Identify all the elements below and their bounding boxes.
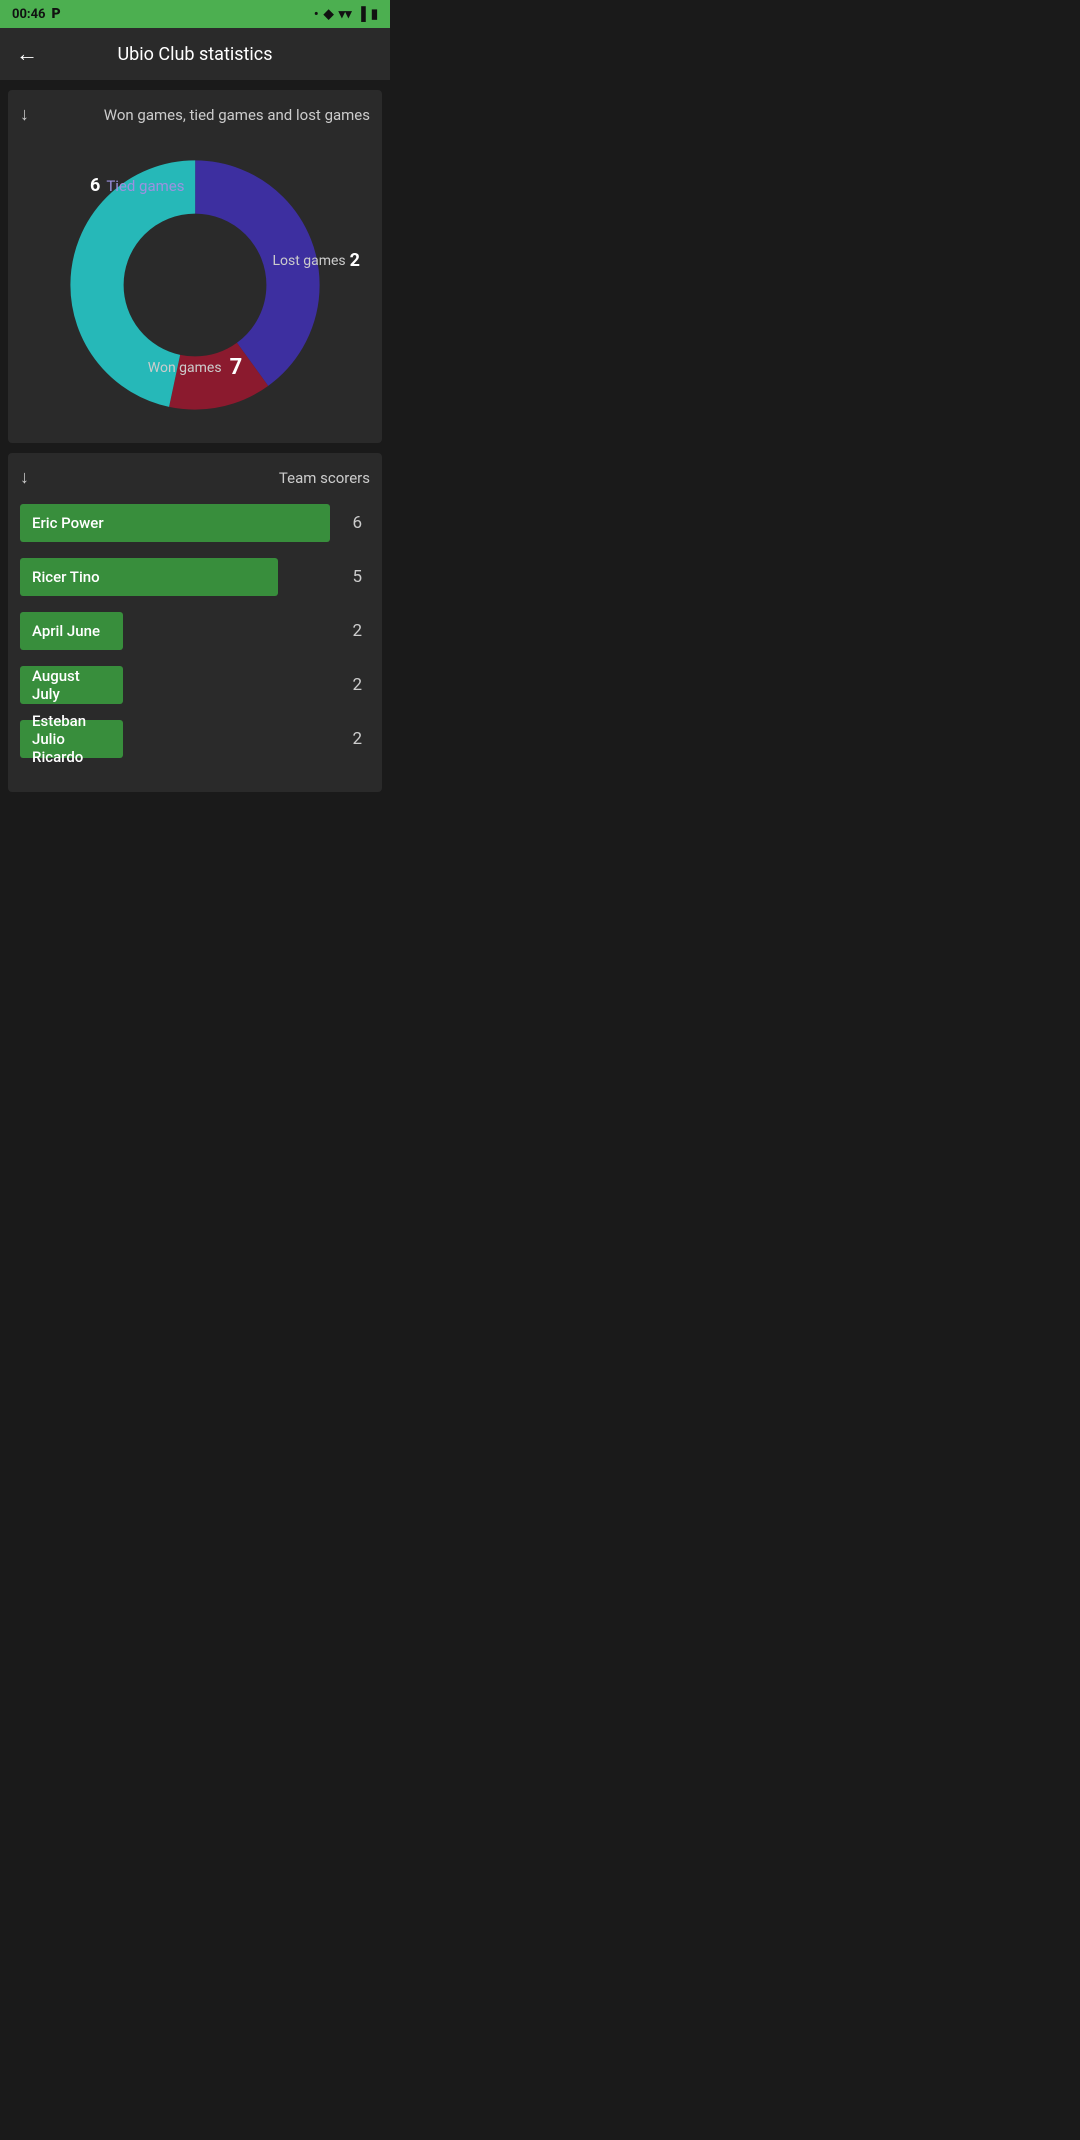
scorer-bar: Ricer Tino bbox=[20, 558, 278, 596]
donut-chart-card: Won games, tied games and lost games 6 T… bbox=[8, 90, 382, 443]
time-display: 00:46 bbox=[12, 7, 46, 22]
scorers-title: Team scorers bbox=[279, 469, 370, 487]
donut-section-header: Won games, tied games and lost games bbox=[20, 104, 370, 125]
signal-icon: ▐ bbox=[357, 6, 366, 22]
scorers-header: Team scorers bbox=[20, 467, 370, 488]
scorer-score: 6 bbox=[352, 513, 370, 533]
scorer-bar: April June bbox=[20, 612, 123, 650]
status-right: • ◆ ▾▾ ▐ ▮ bbox=[314, 6, 378, 22]
scorer-score: 2 bbox=[352, 675, 370, 695]
scorers-card: Team scorers Eric Power 6 Ricer Tino 5 April… bbox=[8, 453, 382, 792]
scorers-list: Eric Power6Ricer Tino5April June2August … bbox=[20, 504, 370, 758]
status-left: 00:46 P bbox=[12, 6, 61, 22]
lost-games-label: Lost games 2 bbox=[272, 250, 360, 271]
scorer-row: Esteban Julio Ricardo 2 bbox=[20, 720, 370, 758]
parking-icon: P bbox=[52, 6, 61, 22]
scorer-bar: Eric Power bbox=[20, 504, 330, 542]
dot-indicator: • bbox=[314, 7, 319, 22]
scorer-row: August July 2 bbox=[20, 666, 370, 704]
status-bar: 00:46 P • ◆ ▾▾ ▐ ▮ bbox=[0, 0, 390, 28]
scorer-row: Eric Power 6 bbox=[20, 504, 370, 542]
tied-games-label: 6 Tied games bbox=[90, 175, 185, 196]
scorer-score: 5 bbox=[352, 567, 370, 587]
scorer-bar: Esteban Julio Ricardo bbox=[20, 720, 123, 758]
lost-value: 2 bbox=[350, 250, 360, 271]
top-bar: ← Ubio Club statistics bbox=[0, 28, 390, 80]
battery-icon: ▮ bbox=[371, 7, 378, 22]
donut-chart-container: 6 Tied games Lost games 2 Won games 7 bbox=[20, 135, 370, 425]
page-title: Ubio Club statistics bbox=[54, 44, 336, 65]
wifi-icon: ▾▾ bbox=[339, 7, 352, 22]
scorer-row: April June 2 bbox=[20, 612, 370, 650]
lost-label: Lost games bbox=[272, 253, 345, 269]
won-games-label: Won games 7 bbox=[148, 355, 242, 380]
scorer-score: 2 bbox=[352, 621, 370, 641]
back-button[interactable]: ← bbox=[16, 41, 38, 67]
download-scorers-icon[interactable] bbox=[20, 467, 29, 488]
won-value: 7 bbox=[230, 355, 243, 380]
won-label: Won games bbox=[148, 360, 222, 376]
tied-label: Tied games bbox=[106, 177, 184, 195]
scorer-score: 2 bbox=[352, 729, 370, 749]
tied-value: 6 bbox=[90, 175, 100, 196]
scorer-bar: August July bbox=[20, 666, 123, 704]
diamond-icon: ◆ bbox=[324, 7, 334, 22]
scorer-row: Ricer Tino 5 bbox=[20, 558, 370, 596]
download-donut-icon[interactable] bbox=[20, 104, 29, 125]
donut-chart-title: Won games, tied games and lost games bbox=[104, 106, 370, 124]
